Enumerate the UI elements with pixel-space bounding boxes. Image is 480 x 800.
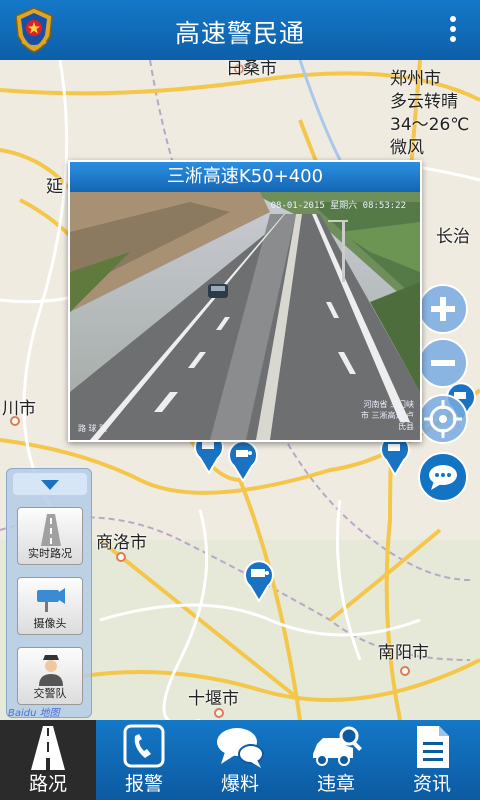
weather-temp: 34～26℃ bbox=[390, 115, 470, 135]
realtime-traffic-button[interactable]: 实时路况 bbox=[17, 507, 83, 565]
camera-location-caption: 河南省 三门峡市 三淅高速 卢氏县 bbox=[360, 400, 414, 431]
city-label: 商洛市 bbox=[96, 533, 147, 553]
weather-city: 郑州市 bbox=[390, 69, 441, 89]
city-label: 十堰市 bbox=[188, 689, 239, 709]
police-unit-label: 交警队 bbox=[33, 687, 67, 700]
map-attribution: Baidu 地图 bbox=[8, 708, 60, 719]
city-dot bbox=[400, 666, 410, 676]
phone-icon bbox=[123, 724, 165, 768]
tab-tip-off[interactable]: 爆料 bbox=[192, 720, 288, 800]
tab-report[interactable]: 报警 bbox=[96, 720, 192, 800]
minus-icon bbox=[431, 360, 455, 366]
collapse-arrow-icon[interactable] bbox=[7, 469, 93, 499]
road-icon bbox=[31, 726, 65, 770]
app-title: 高速警民通 bbox=[174, 19, 305, 48]
tab-label: 报警 bbox=[124, 773, 163, 795]
camera-marker-icon[interactable] bbox=[226, 438, 260, 482]
police-unit-button[interactable]: 交警队 bbox=[17, 647, 83, 705]
camera-layer-label: 摄像头 bbox=[33, 617, 67, 630]
document-icon bbox=[417, 726, 449, 768]
camera-marker-icon[interactable] bbox=[242, 558, 276, 602]
chat-icon bbox=[429, 465, 457, 490]
police-icon bbox=[39, 655, 63, 686]
camera-timestamp: 08-01-2015 星期六 08:53:22 bbox=[270, 201, 406, 211]
city-dot bbox=[214, 708, 224, 718]
weather-condition: 多云转晴 bbox=[390, 92, 458, 112]
city-dot bbox=[116, 552, 126, 562]
camera-popup-title: 三淅高速K50+400 bbox=[70, 162, 420, 192]
tab-road-status[interactable]: 路况 bbox=[0, 720, 96, 800]
zoom-out-button[interactable] bbox=[418, 338, 468, 388]
car-search-icon bbox=[313, 726, 362, 766]
weather-wind: 微风 bbox=[390, 138, 424, 158]
camera-icon bbox=[37, 588, 65, 612]
city-label: 南阳市 bbox=[378, 643, 429, 663]
tab-violation[interactable]: 违章 bbox=[288, 720, 384, 800]
city-label: 长治 bbox=[436, 227, 470, 247]
weather-info: 郑州市 多云转晴 34～26℃ 微风 bbox=[390, 68, 469, 160]
tab-label: 资讯 bbox=[412, 773, 451, 795]
locate-button[interactable] bbox=[418, 394, 468, 444]
city-label: 延 bbox=[46, 177, 63, 197]
city-label: 川市 bbox=[2, 399, 36, 419]
camera-popup[interactable]: 三淅高速K50+400 08-01-2015 星期六 08:53:22 河南省 … bbox=[68, 160, 422, 442]
locate-icon bbox=[424, 400, 462, 438]
tab-label: 路况 bbox=[28, 773, 67, 795]
road-icon bbox=[41, 514, 61, 546]
camera-left-caption: 路 球 路 bbox=[78, 424, 108, 433]
realtime-traffic-label: 实时路况 bbox=[28, 547, 72, 560]
tab-news[interactable]: 资讯 bbox=[384, 720, 480, 800]
app-header: 高速警民通 bbox=[0, 0, 480, 60]
layer-panel: 实时路况 摄像头 交警队 bbox=[6, 468, 92, 718]
plus-icon bbox=[431, 297, 455, 321]
tab-label: 爆料 bbox=[220, 773, 259, 795]
zoom-in-button[interactable] bbox=[418, 284, 468, 334]
city-label: 日桑市 bbox=[226, 60, 277, 79]
bottom-nav: 路况 报警 爆料 违章 资讯 bbox=[0, 720, 480, 800]
chat-button[interactable] bbox=[418, 452, 468, 502]
camera-video-feed[interactable]: 08-01-2015 星期六 08:53:22 河南省 三门峡市 三淅高速 卢氏… bbox=[70, 192, 420, 440]
tab-label: 违章 bbox=[316, 773, 355, 795]
camera-layer-button[interactable]: 摄像头 bbox=[17, 577, 83, 635]
overflow-menu-icon[interactable] bbox=[450, 16, 458, 46]
chat-icon bbox=[217, 728, 264, 768]
map-view[interactable]: 日桑市 延 长治 川市 商洛市 南阳市 十堰市 郑州市 多云转晴 34～26℃ … bbox=[0, 60, 480, 720]
